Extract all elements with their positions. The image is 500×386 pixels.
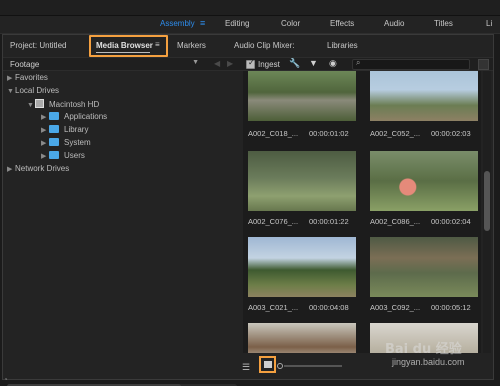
chevron-right-icon[interactable]: ▶ <box>41 139 49 147</box>
tree-label: System <box>64 138 91 147</box>
workspace-menu-icon[interactable]: ≡ <box>200 18 205 28</box>
workspace-audio[interactable]: Audio <box>384 19 404 28</box>
baidu-watermark: Bai du 经验 <box>385 342 462 357</box>
chevron-down-icon[interactable]: ▼ <box>7 88 15 95</box>
search-input[interactable]: ⌕ <box>352 58 470 70</box>
workspace-color[interactable]: Color <box>281 19 300 28</box>
search-icon: ⌕ <box>356 58 361 67</box>
clip-thumbnail[interactable] <box>370 71 478 121</box>
clip-name: A002_C086_... <box>370 217 421 226</box>
clip-duration: 00:00:04:08 <box>309 303 349 312</box>
clip-thumbnail[interactable] <box>248 237 356 297</box>
clip-name: A003_C092_... <box>370 303 421 312</box>
tree-folder-system[interactable]: ▶ System <box>41 138 91 151</box>
tree-label: Library <box>64 125 89 134</box>
active-tab-underline <box>96 52 150 53</box>
eye-icon[interactable]: ◉ <box>329 58 337 69</box>
file-tree: ▶ Favorites ▼Local Drives ▼ Macintosh HD ▶… <box>3 71 241 386</box>
watermark-url: jingyan.baidu.com <box>392 357 465 367</box>
clip-duration: 00:00:01:02 <box>309 129 349 138</box>
clip-name: A003_C021_... <box>248 303 299 312</box>
panel-tab-bar: Project: Untitled Media Browser ≡ Marker… <box>3 35 493 57</box>
tree-macintosh-hd[interactable]: ▼ Macintosh HD <box>27 99 99 112</box>
media-browser-panel: Project: Untitled Media Browser ≡ Marker… <box>2 34 494 386</box>
forward-arrow-icon[interactable]: ▶ <box>227 59 233 68</box>
clip-duration: 00:00:02:03 <box>431 129 471 138</box>
hard-drive-icon <box>35 99 44 108</box>
tab-audio-clip-mixer[interactable]: Audio Clip Mixer: <box>234 41 294 50</box>
chevron-right-icon[interactable]: ▶ <box>7 74 15 82</box>
workspace-assembly[interactable]: Assembly <box>160 19 195 28</box>
chevron-down-icon[interactable]: ▼ <box>27 102 35 109</box>
tree-label: Network Drives <box>15 164 70 173</box>
filter-icon[interactable]: ▼ <box>309 58 318 68</box>
tree-folder-users[interactable]: ▶ Users <box>41 151 85 164</box>
workspace-more[interactable]: Li <box>486 19 492 28</box>
tree-folder-library[interactable]: ▶ Library <box>41 125 88 138</box>
chevron-right-icon[interactable]: ▶ <box>41 126 49 134</box>
zoom-slider-track[interactable] <box>284 365 342 367</box>
tree-label: Applications <box>64 112 108 121</box>
app-title-bar <box>0 0 500 16</box>
footage-dropdown-value: Footage <box>10 60 40 69</box>
chevron-right-icon[interactable]: ▶ <box>41 113 49 121</box>
chevron-right-icon[interactable]: ▶ <box>7 165 15 173</box>
icon-view-button[interactable] <box>259 356 276 373</box>
chevron-right-icon[interactable]: ▶ <box>41 152 49 160</box>
zoom-slider-handle[interactable] <box>277 363 283 369</box>
folder-icon <box>49 112 59 120</box>
tab-menu-icon[interactable]: ≡ <box>155 40 160 49</box>
tree-label: Local Drives <box>15 86 60 95</box>
tree-network-drives[interactable]: ▶ Network Drives <box>7 164 69 177</box>
tree-label: Favorites <box>15 73 48 82</box>
clip-thumbnail[interactable] <box>248 323 356 353</box>
ingest-label: Ingest <box>258 60 280 69</box>
tree-local-drives[interactable]: ▼Local Drives <box>7 86 59 99</box>
tree-favorites[interactable]: ▶ Favorites <box>7 73 48 86</box>
workspace-bar: Assembly ≡ Editing Color Effects Audio T… <box>0 16 500 34</box>
vertical-scrollbar-thumb[interactable] <box>484 171 490 231</box>
tree-label: Macintosh HD <box>49 100 100 109</box>
clip-name: A002_C076_... <box>248 217 299 226</box>
workspace-editing[interactable]: Editing <box>225 19 249 28</box>
search-options-button[interactable] <box>478 59 489 70</box>
folder-icon <box>49 125 59 133</box>
workspace-effects[interactable]: Effects <box>330 19 354 28</box>
tree-folder-applications[interactable]: ▶ Applications <box>41 112 107 125</box>
clip-thumbnail[interactable] <box>248 71 356 121</box>
clip-duration: 00:00:05:12 <box>431 303 471 312</box>
tab-libraries[interactable]: Libraries <box>327 41 358 50</box>
vertical-scrollbar[interactable] <box>483 71 491 353</box>
back-arrow-icon[interactable]: ◀ <box>214 59 220 68</box>
clip-name: A002_C018_... <box>248 129 299 138</box>
tab-markers[interactable]: Markers <box>177 41 206 50</box>
chevron-down-icon: ▼ <box>192 59 199 66</box>
folder-icon <box>49 138 59 146</box>
workspace-titles[interactable]: Titles <box>434 19 453 28</box>
clip-thumbnail[interactable] <box>370 237 478 297</box>
clip-duration: 00:00:01:22 <box>309 217 349 226</box>
clip-name: A002_C052_... <box>370 129 421 138</box>
list-view-icon[interactable]: ☰ <box>242 362 250 373</box>
tab-project[interactable]: Project: Untitled <box>10 41 66 50</box>
wrench-icon[interactable]: 🔧 <box>289 58 300 69</box>
tab-media-browser[interactable]: Media Browser <box>96 41 153 50</box>
status-icon: ◔ <box>3 375 8 384</box>
folder-icon <box>49 151 59 159</box>
footage-dropdown[interactable]: Footage ▼ <box>7 58 203 71</box>
clip-duration: 00:00:02:04 <box>431 217 471 226</box>
clip-thumbnail[interactable] <box>370 151 478 211</box>
icon-view-icon <box>264 361 272 368</box>
clip-thumbnail[interactable] <box>248 151 356 211</box>
media-browser-toolbar: Footage ▼ ◀ ▶ Ingest 🔧 ▼ ◉ ⌕ <box>3 57 493 71</box>
clip-grid: A002_C018_... 00:00:01:02 A002_C052_... … <box>243 71 481 353</box>
ingest-checkbox[interactable] <box>246 58 255 69</box>
tree-label: Users <box>64 151 85 160</box>
